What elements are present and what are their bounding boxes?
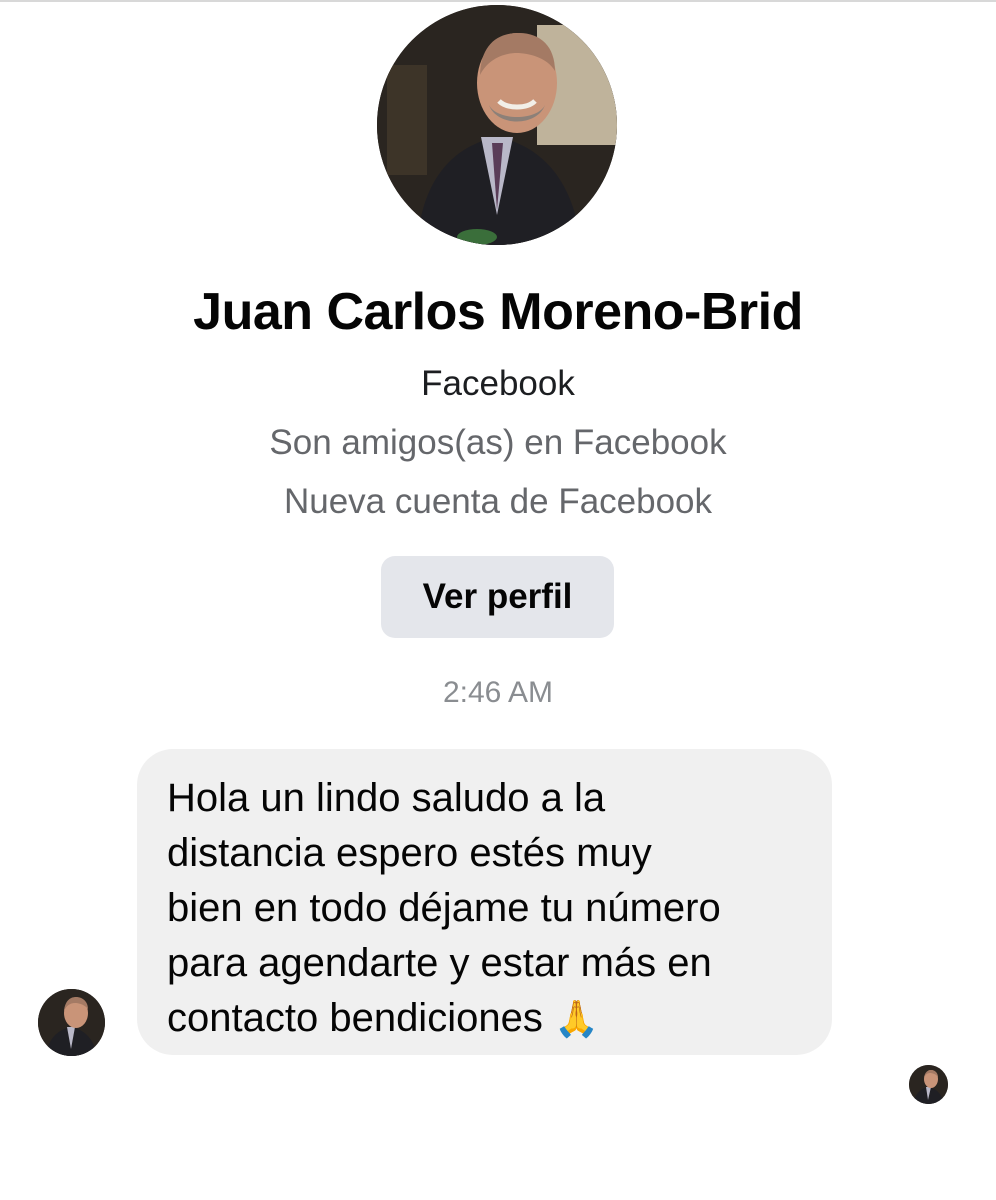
profile-photo[interactable]	[377, 5, 617, 245]
message-line: distancia espero estés muy	[167, 831, 652, 875]
seen-receipt-avatar	[909, 1065, 948, 1104]
chat-screen: Juan Carlos Moreno-Brid Facebook Son ami…	[0, 0, 996, 1200]
person-avatar-icon	[38, 989, 105, 1056]
pray-emoji-icon: 🙏	[553, 998, 599, 1039]
message-timestamp: 2:46 AM	[442, 676, 554, 709]
friendship-status: Son amigos(as) en Facebook	[269, 423, 727, 462]
message-line: bien en todo déjame tu número	[167, 886, 721, 930]
profile-name: Juan Carlos Moreno-Brid	[193, 283, 803, 341]
account-status: Nueva cuenta de Facebook	[283, 482, 713, 521]
message-line: Hola un lindo saludo a la	[167, 776, 606, 820]
message-line: para agendarte y estar más en	[167, 941, 712, 985]
platform-label: Facebook	[421, 364, 575, 403]
person-avatar-icon	[909, 1065, 948, 1104]
top-divider	[0, 0, 996, 2]
message-line: contacto bendiciones	[167, 996, 543, 1040]
message-text: Hola un lindo saludo a la distancia espe…	[167, 771, 802, 1046]
sender-avatar[interactable]	[38, 989, 105, 1056]
view-profile-button[interactable]: Ver perfil	[381, 556, 614, 638]
message-bubble[interactable]: Hola un lindo saludo a la distancia espe…	[137, 749, 832, 1055]
person-portrait-icon	[377, 5, 617, 245]
